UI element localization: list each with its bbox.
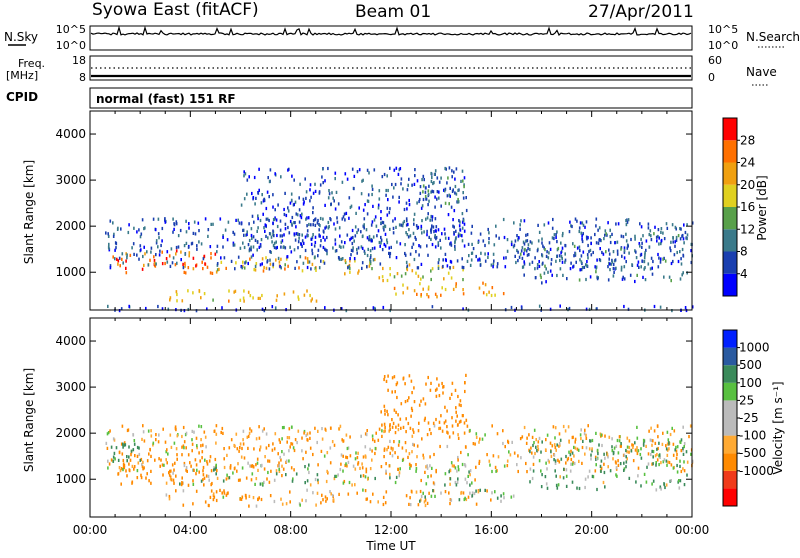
freq-tick-top: 18 [72, 54, 86, 67]
power-panel-frame [89, 110, 693, 311]
velocity-colorbar-tick: -1000 [739, 464, 774, 478]
velocity-colorbar-tick: 500 [739, 358, 762, 372]
velocity-region-4 [105, 424, 694, 474]
power-colorbar-swatch [723, 162, 737, 185]
x-tick-label: 04:00 [173, 523, 208, 537]
velocity-colorbar-swatch [723, 435, 737, 454]
nsearch-label: N.Search [746, 30, 800, 44]
beam-title: Beam 01 [355, 2, 431, 22]
velocity-colorbar-tick: -25 [739, 411, 759, 425]
power-region-8 [517, 231, 689, 285]
velocity-colorbar-swatch [723, 347, 737, 366]
velocity-colorbar-tick: 1000 [739, 341, 770, 355]
power-colorbar-tick: 4 [740, 267, 748, 281]
nave-tick-bottom: 0 [708, 71, 715, 84]
velocity-colorbar-swatch [723, 382, 737, 401]
x-tick-label: 00:00 [73, 523, 108, 537]
power-colorbar-tick: 28 [740, 133, 755, 147]
power-colorbar-label: Power [dB] [755, 175, 769, 240]
power-colorbar-swatch [723, 118, 737, 141]
velocity-colorbar-swatch [723, 488, 737, 506]
velocity-colorbar-tick: -500 [739, 446, 766, 460]
velocity-panel-frame [89, 317, 693, 518]
velocity-colorbar-swatch [723, 400, 737, 418]
station-title: Syowa East (fitACF) [92, 0, 259, 20]
velocity-colorbar-tick: 100 [739, 376, 762, 390]
velocity-colorbar-swatch [723, 330, 737, 348]
velocity-colorbar-swatch [723, 418, 737, 436]
y-tick-label: 2000 [55, 219, 86, 233]
nsky-strip-frame [89, 25, 693, 51]
velocity-colorbar-swatch [723, 453, 737, 471]
velocity-region-5 [380, 373, 468, 436]
velocity-colorbar: 1000 500 100 25 -25 -100 -500 -1000 [722, 329, 774, 507]
nsky-label: N.Sky [4, 30, 38, 44]
freq-unit-label: [MHz] [6, 69, 38, 82]
x-tick-label: 16:00 [474, 523, 509, 537]
power-colorbar-tick: 12 [740, 222, 755, 236]
y-tick-label: 3000 [55, 380, 86, 394]
range-time-plot: Syowa East (fitACF) Beam 01 27/Apr/2011 … [4, 0, 800, 553]
velocity-colorbar-tick: -100 [739, 429, 766, 443]
velocity-colorbar-swatch [723, 365, 737, 383]
y-tick-label: 4000 [55, 127, 86, 141]
y-tick-label: 3000 [55, 173, 86, 187]
nsky-tick-bottom: 10^0 [56, 39, 86, 52]
power-colorbar-swatch [723, 184, 737, 207]
power-heatmap [105, 166, 694, 313]
power-region-4 [393, 281, 505, 299]
x-axis-label: Time UT [365, 539, 416, 553]
power-colorbar-tick: 8 [740, 245, 748, 259]
velocity-colorbar-label: Velocity [m s⁻¹] [771, 381, 785, 474]
velocity-heatmap [105, 373, 694, 508]
power-colorbar: 28 24 20 16 12 8 4 [722, 117, 755, 297]
power-region-3 [169, 289, 318, 303]
nave-tick-top: 60 [708, 54, 722, 67]
y-tick-label: 2000 [55, 426, 86, 440]
power-colorbar-tick: 16 [740, 200, 755, 214]
power-region-0 [112, 249, 218, 275]
power-colorbar-tick: 24 [740, 156, 755, 170]
x-tick-label: 00:00 [675, 523, 710, 537]
power-region-7 [416, 166, 465, 209]
cpid-value: normal (fast) 151 RF [96, 92, 236, 106]
nsearch-tick-top: 10^5 [708, 23, 738, 36]
y-tick-label: 1000 [55, 265, 86, 279]
power-region-6 [240, 166, 468, 253]
velocity-region-2 [165, 488, 492, 508]
power-colorbar-swatch [723, 229, 737, 252]
power-region-9 [107, 304, 694, 313]
date-title: 27/Apr/2011 [588, 2, 694, 22]
y-tick-label: 4000 [55, 334, 86, 348]
cpid-label: CPID [6, 90, 38, 104]
freq-tick-bottom: 8 [79, 71, 86, 84]
nave-label: Nave [746, 65, 777, 79]
power-y-axis: 4000 3000 2000 1000 [55, 127, 692, 279]
velocity-colorbar-swatch [723, 470, 737, 489]
nsearch-tick-bottom: 10^0 [708, 39, 738, 52]
velocity-y-label: Slant Range [km] [22, 368, 36, 472]
power-y-label: Slant Range [km] [22, 160, 36, 264]
power-colorbar-swatch [723, 140, 737, 163]
power-colorbar-swatch [723, 207, 737, 230]
power-colorbar-tick: 20 [740, 178, 755, 192]
power-colorbar-swatch [723, 251, 737, 274]
x-tick-label: 08:00 [273, 523, 308, 537]
velocity-colorbar-tick: 25 [739, 393, 754, 407]
y-tick-label: 1000 [55, 472, 86, 486]
power-region-2 [378, 263, 464, 283]
nsky-tick-top: 10^5 [56, 23, 86, 36]
power-colorbar-swatch [723, 273, 737, 296]
x-tick-label: 12:00 [374, 523, 409, 537]
velocity-region-3 [419, 488, 515, 503]
nsky-series [90, 25, 692, 37]
x-tick-label: 20:00 [574, 523, 609, 537]
